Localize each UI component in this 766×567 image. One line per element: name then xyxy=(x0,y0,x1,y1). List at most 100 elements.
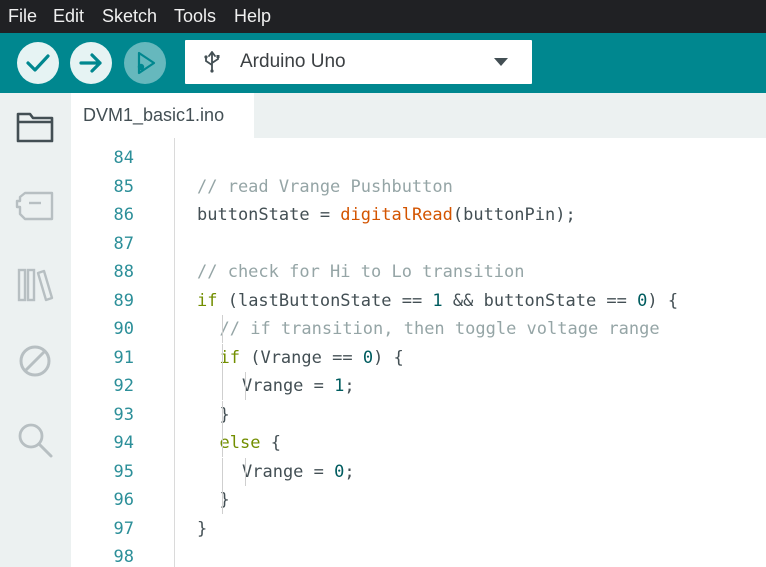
folder-icon xyxy=(16,112,54,143)
code-text: // read Vrange Pushbutton xyxy=(197,173,453,201)
code-token-text: (buttonPin); xyxy=(452,205,576,225)
code-line[interactable]: 85 // read Vrange Pushbutton xyxy=(71,173,766,201)
board-selector[interactable]: Arduino Uno xyxy=(185,40,532,84)
code-token-function: digitalRead xyxy=(340,205,453,225)
line-number: 95 xyxy=(113,461,134,482)
line-number: 94 xyxy=(113,433,134,453)
line-number: 87 xyxy=(113,233,134,254)
menu-file[interactable]: File xyxy=(8,0,37,33)
boards-manager-icon xyxy=(15,191,54,221)
code-token-text: } xyxy=(197,518,208,539)
code-text: Vrange = 1; xyxy=(242,372,355,400)
code-line[interactable]: 97} xyxy=(71,515,766,543)
code-text: if (Vrange == 0) { xyxy=(220,344,404,372)
line-number: 85 xyxy=(113,176,134,197)
menu-bar: File Edit Sketch Tools Help xyxy=(0,0,766,33)
library-icon xyxy=(17,268,54,302)
line-number: 92 xyxy=(113,376,134,396)
line-number: 89 xyxy=(113,290,134,311)
menu-help[interactable]: Help xyxy=(234,0,271,33)
code-line[interactable]: 98 xyxy=(71,543,766,567)
indent-guide xyxy=(222,315,223,343)
indent-guide xyxy=(244,457,246,486)
upload-button[interactable] xyxy=(70,42,112,84)
menu-edit[interactable]: Edit xyxy=(53,0,84,33)
line-number: 88 xyxy=(113,262,134,282)
code-token-text: (Vrange == xyxy=(239,347,363,368)
line-number: 93 xyxy=(113,404,134,425)
chevron-down-icon xyxy=(494,58,508,66)
code-text: else { xyxy=(220,429,281,457)
code-line[interactable]: 94 else { xyxy=(71,429,766,457)
indent-guide xyxy=(222,457,223,486)
line-number: 86 xyxy=(113,205,134,225)
tab-sketch-file[interactable]: DVM1_basic1.ino xyxy=(71,93,254,138)
line-number: 98 xyxy=(113,547,134,567)
verify-button[interactable] xyxy=(17,42,59,84)
code-line[interactable]: 88 // check for Hi to Lo transition xyxy=(71,258,766,286)
debug-panel-button[interactable] xyxy=(14,340,56,382)
code-text: if (lastButtonState == 1 && buttonState … xyxy=(197,287,678,315)
library-manager-button[interactable] xyxy=(14,264,56,306)
tab-label: DVM1_basic1.ino xyxy=(83,105,225,125)
search-button[interactable] xyxy=(14,419,56,461)
code-token-number: 0 xyxy=(637,290,648,311)
indent-guide xyxy=(222,343,223,372)
code-token-text: ; xyxy=(344,461,355,482)
code-token-number: 1 xyxy=(334,376,345,396)
code-token-text: ; xyxy=(344,376,355,396)
code-token-comment: // check for Hi to Lo transition xyxy=(197,262,525,282)
boards-manager-button[interactable] xyxy=(14,185,56,227)
code-text: Vrange = 0; xyxy=(242,458,355,486)
code-text: } xyxy=(197,515,207,543)
arrow-right-icon xyxy=(79,53,102,73)
sketchbook-button[interactable] xyxy=(14,106,56,148)
code-line[interactable]: 91 if (Vrange == 0) { xyxy=(71,343,766,372)
check-icon xyxy=(26,54,50,72)
code-token-comment: // read Vrange Pushbutton xyxy=(197,176,453,197)
indent-guide xyxy=(222,372,223,400)
code-token-text: ) { xyxy=(647,290,679,311)
code-line[interactable]: 90 // if transition, then toggle voltage … xyxy=(71,315,766,343)
code-text: // check for Hi to Lo transition xyxy=(197,258,525,286)
code-line[interactable]: 89 if (lastButtonState == 1 && buttonStat… xyxy=(71,287,766,315)
code-line[interactable]: 96} xyxy=(71,486,766,514)
code-line[interactable]: 92 Vrange = 1; xyxy=(71,372,766,400)
code-line[interactable]: 95 Vrange = 0; xyxy=(71,457,766,486)
line-number: 84 xyxy=(113,148,134,168)
debug-play-icon xyxy=(137,51,156,75)
code-token-keyword: else xyxy=(219,433,261,453)
code-text: buttonState = digitalRead(buttonPin); xyxy=(197,201,576,229)
usb-icon xyxy=(204,51,220,73)
tab-strip: DVM1_basic1.ino xyxy=(71,93,766,138)
code-text: // if transition, then toggle voltage ra… xyxy=(220,315,660,343)
debug-disabled-icon xyxy=(19,345,51,377)
code-token-number: 0 xyxy=(334,461,345,482)
line-number: 96 xyxy=(113,490,134,510)
code-token-text: ) { xyxy=(373,347,404,368)
menu-tools[interactable]: Tools xyxy=(174,0,216,33)
code-token-comment: // if transition, then toggle voltage ra… xyxy=(219,319,660,339)
code-editor[interactable]: 84 85 // read Vrange Pushbutton 86 buttonSta… xyxy=(71,138,766,567)
code-token-text: Vrange = xyxy=(242,461,335,482)
code-token-text: buttonState = xyxy=(197,205,341,225)
code-line[interactable]: 84 xyxy=(71,144,766,172)
code-token-number: 0 xyxy=(362,347,374,368)
debug-button[interactable] xyxy=(124,42,166,84)
code-token-text: { xyxy=(260,433,281,453)
indent-guide xyxy=(244,372,246,400)
board-name: Arduino Uno xyxy=(240,51,346,72)
code-token-keyword: if xyxy=(197,290,218,311)
line-number: 91 xyxy=(113,347,134,368)
code-line[interactable]: 87 xyxy=(71,230,766,258)
line-number: 90 xyxy=(113,319,134,339)
code-token-text: Vrange = xyxy=(242,376,335,396)
code-token-text: (lastButtonState == xyxy=(217,290,433,311)
menu-sketch[interactable]: Sketch xyxy=(102,0,157,33)
indent-guide xyxy=(222,400,223,429)
code-line[interactable]: 93} xyxy=(71,400,766,429)
indent-guide xyxy=(222,486,223,514)
code-line[interactable]: 86 buttonState = digitalRead(buttonPin); xyxy=(71,201,766,229)
line-number: 97 xyxy=(113,518,134,539)
code-token-text: && buttonState == xyxy=(442,290,638,311)
